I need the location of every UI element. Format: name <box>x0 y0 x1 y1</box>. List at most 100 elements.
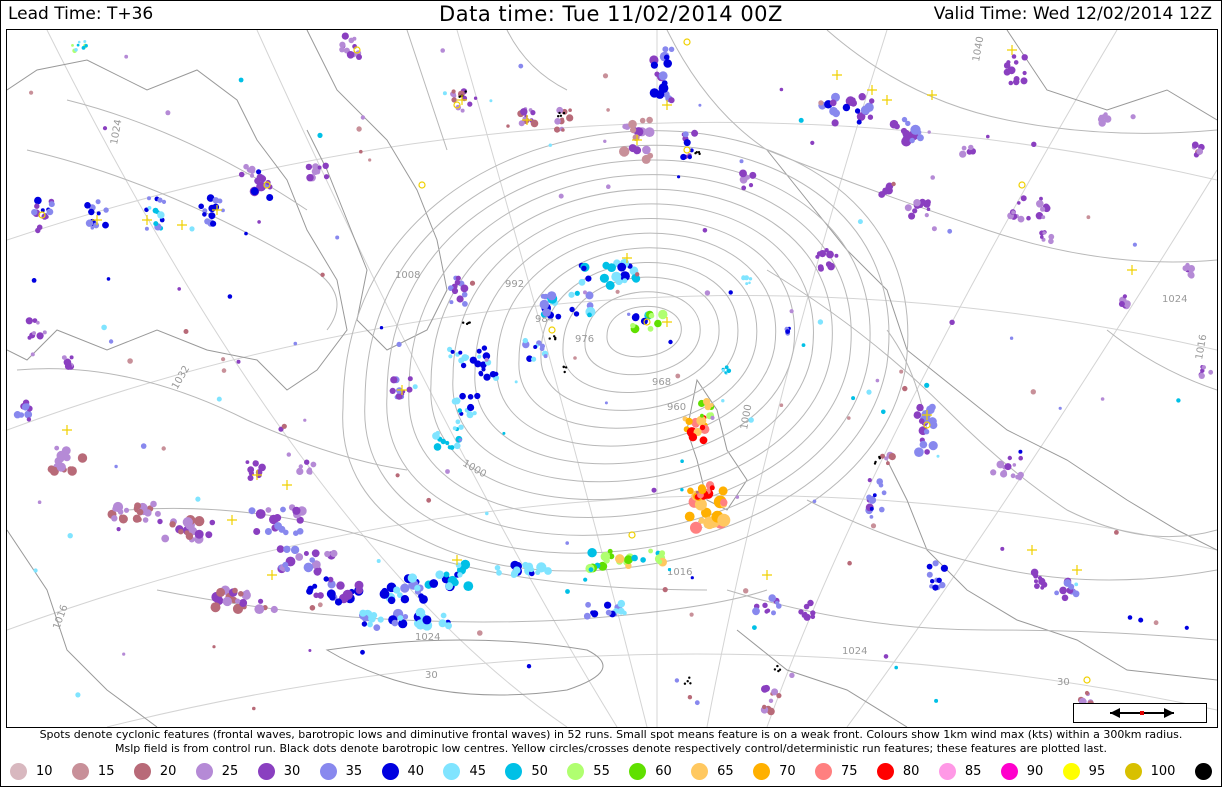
feature-spot <box>630 322 636 329</box>
feature-spot <box>869 506 874 511</box>
feature-spot <box>27 335 32 340</box>
feature-spot <box>648 312 655 319</box>
feature-spot <box>990 469 997 476</box>
feature-spot <box>460 284 469 293</box>
feature-spot <box>771 610 776 616</box>
legend-swatch <box>133 762 151 780</box>
feature-spot <box>306 174 314 182</box>
feature-spot-small <box>67 533 73 539</box>
legend-label: 75 <box>840 763 858 779</box>
feature-spot-small <box>236 359 241 364</box>
feature-spot <box>1038 577 1046 586</box>
feature-spot <box>433 443 442 451</box>
feature-spot <box>54 445 60 451</box>
feature-spot <box>26 417 32 422</box>
legend-swatch <box>10 762 27 780</box>
feature-spot-small <box>140 443 147 449</box>
feature-spot <box>270 605 278 614</box>
isobar-label: 1040 <box>971 36 986 63</box>
feature-spot-small <box>690 576 694 580</box>
feature-spot <box>194 529 204 539</box>
feature-spot <box>454 442 461 450</box>
legend-label: 15 <box>97 763 115 779</box>
feature-spot <box>1018 455 1023 461</box>
feature-spot-small <box>484 357 489 362</box>
feature-spot <box>62 355 67 360</box>
feature-spot-small <box>1114 530 1119 535</box>
feature-spot-small <box>33 568 38 573</box>
isobars <box>16 30 1217 641</box>
feature-spot <box>296 528 304 535</box>
legend-swatch <box>753 762 771 780</box>
feature-spot <box>387 596 396 605</box>
feature-spot-small <box>798 117 804 123</box>
feature-spot <box>522 337 528 344</box>
feature-spot <box>391 619 399 627</box>
feature-spot <box>306 588 313 595</box>
feature-spot-small <box>927 130 931 134</box>
feature-spot <box>67 466 77 476</box>
feature-spot-small <box>244 231 248 236</box>
feature-spot <box>923 200 931 208</box>
feature-spot <box>923 429 930 435</box>
feature-spot <box>869 98 875 104</box>
feature-spot-small <box>440 48 446 53</box>
feature-spot <box>154 510 161 517</box>
legend-swatch <box>443 762 461 780</box>
feature-spot-small <box>108 339 114 344</box>
feature-spot-small <box>548 143 552 147</box>
feature-spot <box>1118 301 1125 307</box>
feature-spot <box>34 196 42 205</box>
feature-spot <box>615 554 625 564</box>
feature-spot <box>48 201 55 208</box>
feature-spot-small <box>165 110 171 116</box>
barotropic-dot <box>458 95 461 99</box>
feature-spot <box>591 610 599 618</box>
feature-spot-small <box>221 368 227 373</box>
control-circle <box>1018 181 1026 189</box>
feature-spot <box>867 114 874 120</box>
feature-spot-small <box>195 496 201 502</box>
feature-spot <box>295 553 304 561</box>
isobar-label: 992 <box>505 279 524 290</box>
feature-spot-small <box>851 396 856 401</box>
feature-spot-small <box>694 700 700 706</box>
isobar-label: 1024 <box>1162 294 1187 305</box>
feature-spot <box>389 387 396 394</box>
legend-label: 80 <box>902 763 920 779</box>
feature-spot <box>359 609 367 617</box>
feature-spot-small <box>238 77 244 83</box>
feature-spot <box>928 441 938 451</box>
feature-spot <box>432 432 440 440</box>
feature-spot <box>459 392 466 400</box>
feature-spot <box>687 154 692 160</box>
legend-item: 100 <box>1124 762 1175 780</box>
feature-spot <box>1196 148 1203 155</box>
feature-spot <box>185 532 194 540</box>
legend-item: 25 <box>195 762 238 780</box>
feature-spot <box>449 300 454 305</box>
feature-spot <box>902 129 910 138</box>
feature-spot-small <box>442 91 447 96</box>
feature-spot <box>932 560 939 567</box>
feature-spot-small <box>257 220 261 224</box>
feature-spot <box>460 108 465 113</box>
feature-spot <box>194 516 205 527</box>
barotropic-dot <box>688 676 691 679</box>
control-circle <box>418 181 426 189</box>
feature-spot <box>312 583 318 589</box>
feature-spot <box>959 150 967 158</box>
feature-spot <box>356 54 362 60</box>
legend-label: 85 <box>964 763 982 779</box>
feature-spot <box>866 494 872 501</box>
legend-label: 10 <box>36 763 53 779</box>
barotropic-dot <box>462 321 465 324</box>
feature-spot <box>1103 112 1108 117</box>
feature-spot <box>879 506 885 513</box>
feature-spot <box>924 213 929 218</box>
feature-spot-small <box>810 140 815 145</box>
legend-item: 90 <box>1000 762 1043 780</box>
feature-spot <box>605 609 612 616</box>
feature-spot <box>1198 372 1205 379</box>
feature-spot-small <box>1018 449 1023 454</box>
